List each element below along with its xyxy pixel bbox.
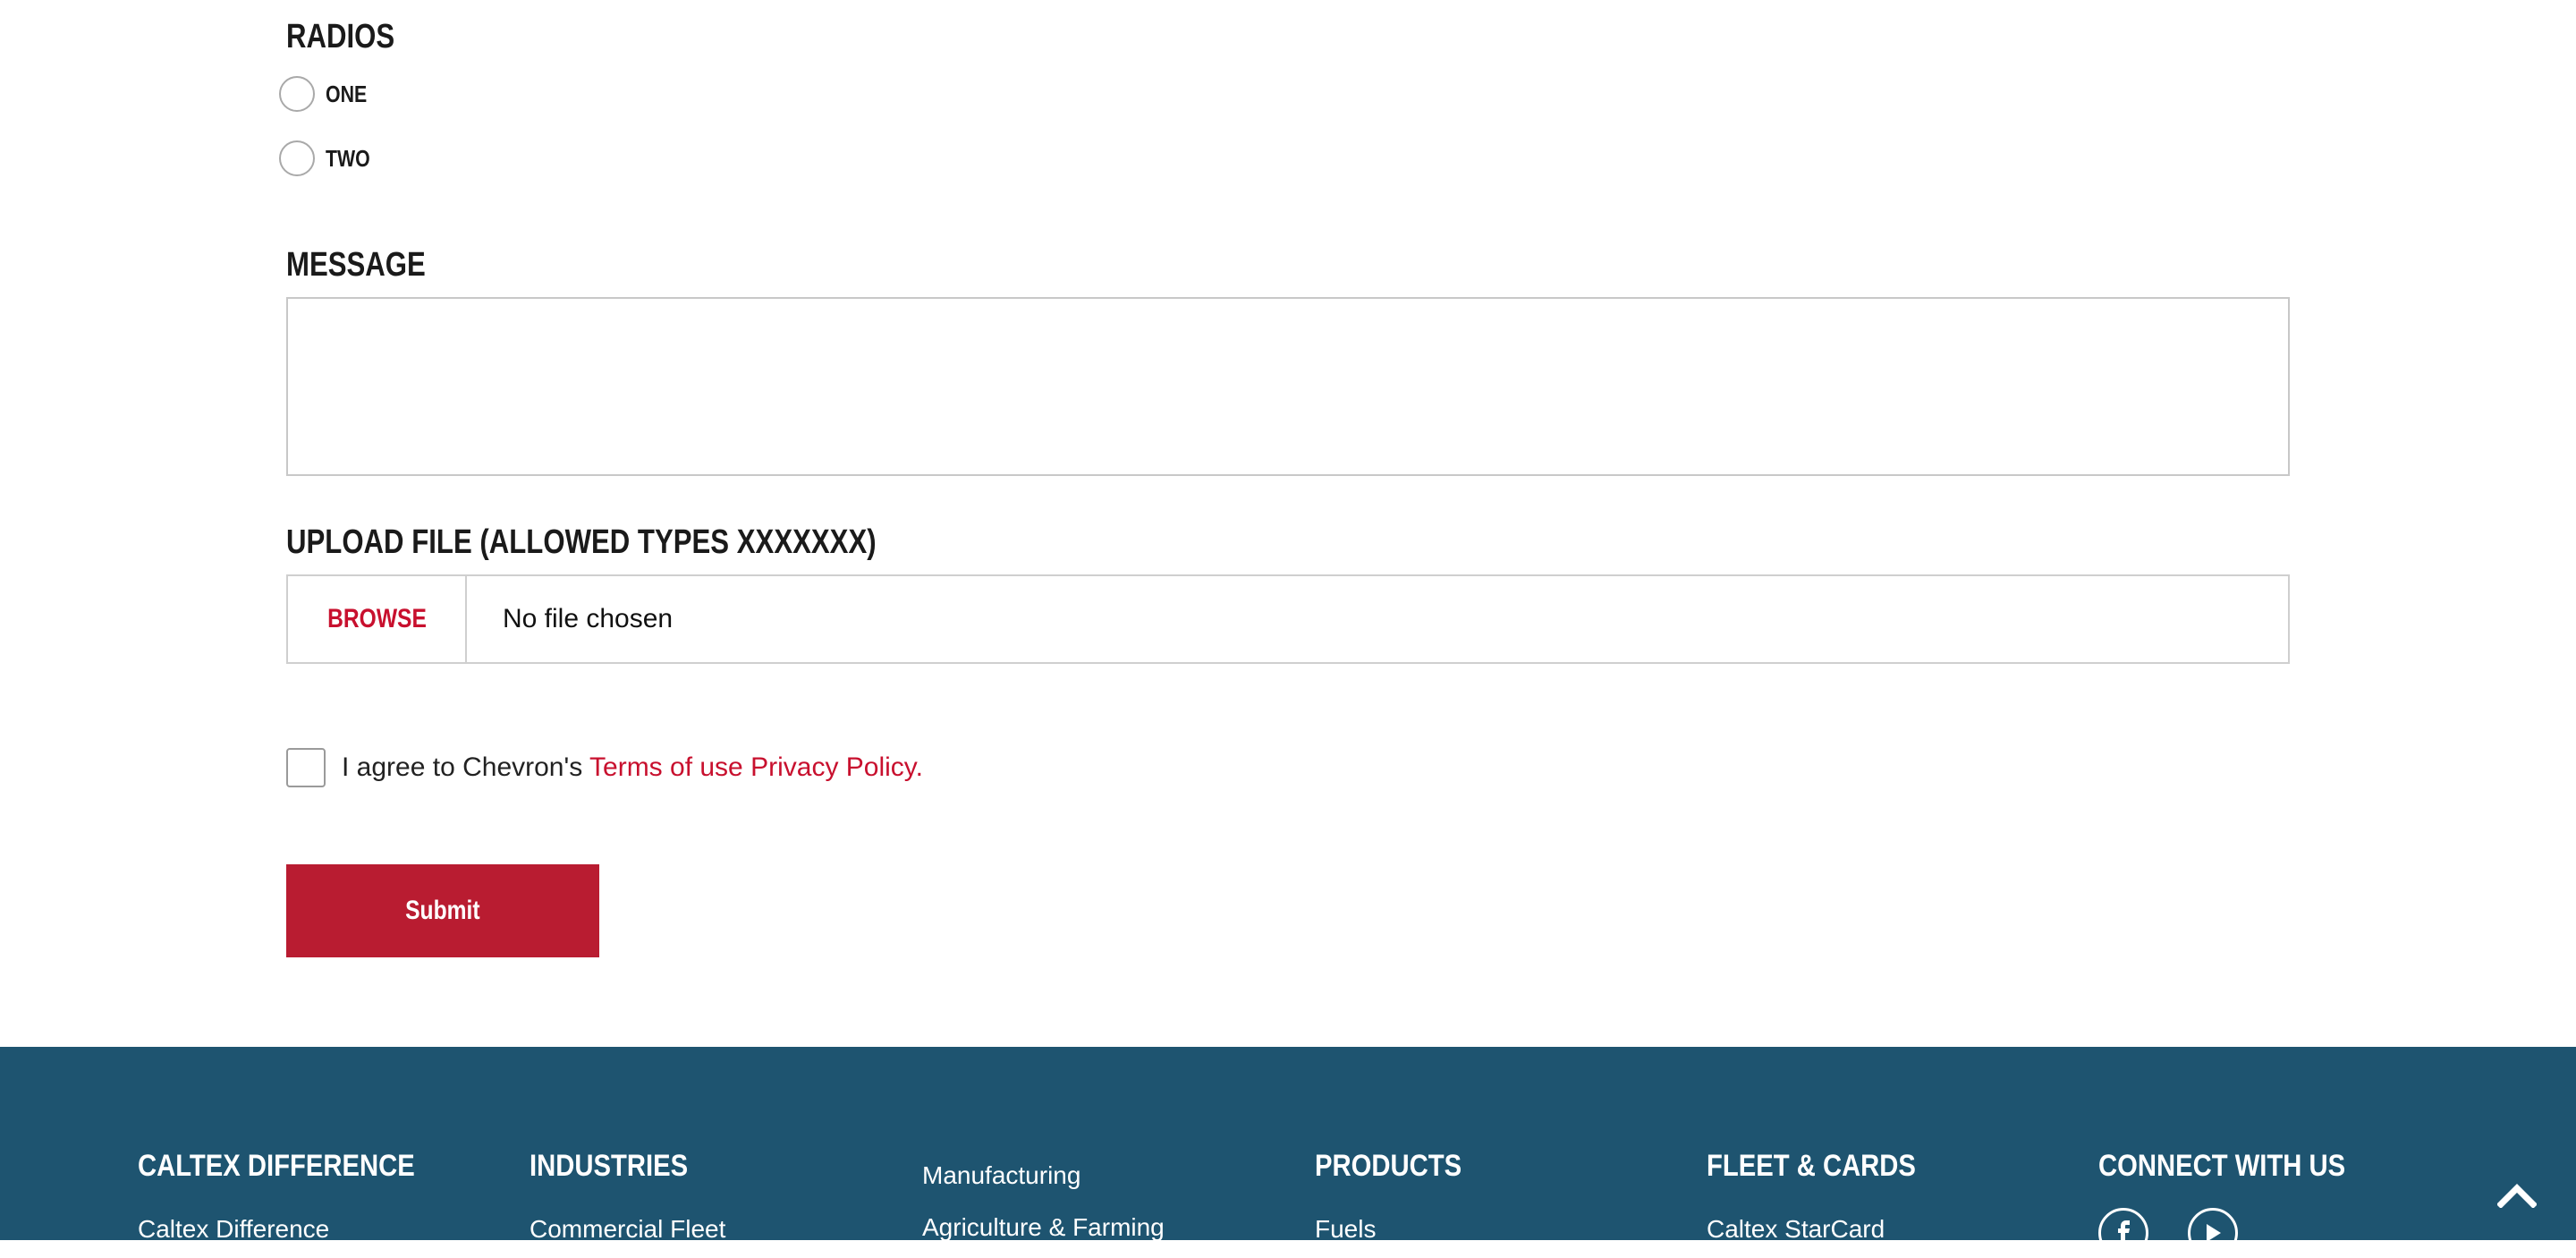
terms-link[interactable]: Terms of use — [589, 752, 743, 782]
radio-button[interactable] — [279, 140, 315, 176]
footer-link[interactable]: Commercial Fleet — [530, 1215, 725, 1244]
footer-column-fleet-cards: FLEET & CARDS — [1707, 1149, 1950, 1184]
agree-prefix: I agree to Chevron's — [342, 752, 583, 782]
footer-link[interactable]: Caltex Difference — [138, 1215, 329, 1244]
footer-link[interactable]: Agriculture & Farming — [922, 1213, 1165, 1242]
youtube-icon[interactable] — [2188, 1208, 2238, 1258]
facebook-icon[interactable] — [2098, 1208, 2148, 1258]
footer-heading: PRODUCTS — [1315, 1149, 1462, 1183]
browse-button[interactable]: BROWSE — [288, 576, 467, 662]
file-upload-field[interactable]: BROWSE No file chosen — [286, 574, 2290, 664]
footer-heading: CONNECT WITH US — [2098, 1149, 2346, 1183]
scroll-to-top-icon[interactable] — [2497, 1181, 2537, 1208]
footer-heading: INDUSTRIES — [530, 1149, 689, 1183]
facebook-glyph — [2118, 1220, 2130, 1246]
footer-column-caltex-difference: CALTEX DIFFERENCE — [138, 1149, 460, 1184]
message-textarea[interactable] — [286, 297, 2290, 476]
agree-row: I agree to Chevron's Terms of use Privac… — [286, 748, 923, 787]
agree-checkbox[interactable] — [286, 748, 326, 787]
footer-link[interactable]: Fuels — [1315, 1215, 1376, 1244]
browse-label: BROWSE — [326, 604, 427, 633]
submit-button[interactable]: Submit — [286, 864, 599, 957]
radio-option-two[interactable]: TWO — [279, 138, 380, 179]
submit-label: Submit — [405, 896, 480, 925]
footer-column-connect: CONNECT WITH US — [2098, 1149, 2385, 1184]
radio-label: TWO — [326, 144, 370, 172]
radio-option-one[interactable]: ONE — [279, 73, 376, 115]
radios-heading: RADIOS — [286, 18, 395, 55]
radio-label: ONE — [326, 80, 368, 107]
footer-link[interactable]: Manufacturing — [922, 1161, 1080, 1190]
privacy-link[interactable]: Privacy Policy. — [750, 752, 923, 782]
play-glyph — [2207, 1224, 2221, 1242]
footer-column-products: PRODUCTS — [1315, 1149, 1486, 1184]
radio-button[interactable] — [279, 76, 315, 112]
footer-heading: CALTEX DIFFERENCE — [138, 1149, 415, 1183]
footer-heading: FLEET & CARDS — [1707, 1149, 1916, 1183]
agree-text: I agree to Chevron's Terms of use Privac… — [342, 752, 923, 783]
site-footer: CALTEX DIFFERENCE Caltex Difference INDU… — [0, 1047, 2576, 1258]
message-heading: MESSAGE — [286, 246, 426, 284]
footer-link[interactable]: Caltex StarCard — [1707, 1215, 1885, 1244]
file-status-text: No file chosen — [503, 604, 674, 633]
upload-heading: UPLOAD FILE (ALLOWED TYPES XXXXXXX) — [286, 523, 877, 561]
footer-column-industries: INDUSTRIES — [530, 1149, 714, 1184]
contact-form: RADIOS ONE TWO MESSAGE UPLOAD FILE (ALLO… — [0, 0, 2576, 1047]
